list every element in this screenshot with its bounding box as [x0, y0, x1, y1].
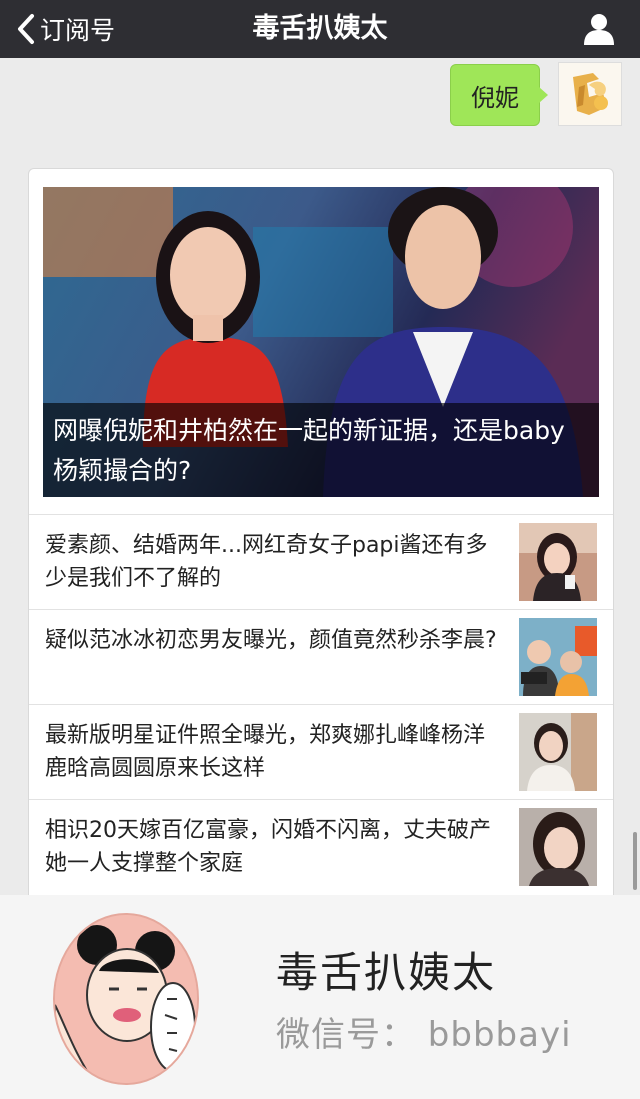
account-name: 毒舌扒姨太 — [276, 948, 497, 997]
article-title: 疑似范冰冰初恋男友曝光，颜值竟然秒杀李晨? — [45, 628, 497, 653]
person-icon[interactable] — [582, 11, 616, 45]
back-label: 订阅号 — [40, 16, 116, 45]
article-thumbnail — [519, 808, 597, 886]
cover-article[interactable]: 网曝倪妮和井柏然在一起的新证据，还是baby杨颖撮合的? — [43, 187, 599, 497]
article-list: 爱素颜、结婚两年...网红奇女子papi酱还有多少是我们不了解的 疑似范冰冰初恋… — [29, 514, 613, 894]
message-row: 倪妮 — [2, 62, 622, 128]
account-avatar — [53, 913, 199, 1085]
article-card: 网曝倪妮和井柏然在一起的新证据，还是baby杨颖撮合的? 爱素颜、结婚两年...… — [28, 168, 614, 910]
scrollbar[interactable] — [633, 832, 637, 890]
cover-title: 网曝倪妮和井柏然在一起的新证据，还是baby杨颖撮合的? — [43, 403, 599, 497]
message-bubble[interactable]: 倪妮 — [450, 64, 548, 126]
account-banner: 毒舌扒姨太 微信号： bbbbayi — [0, 895, 640, 1099]
chevron-left-icon — [18, 14, 34, 44]
article-title: 爱素颜、结婚两年...网红奇女子papi酱还有多少是我们不了解的 — [45, 533, 488, 591]
article-thumbnail — [519, 618, 597, 696]
wechat-id: 微信号： bbbbayi — [276, 1015, 572, 1055]
list-item[interactable]: 疑似范冰冰初恋男友曝光，颜值竟然秒杀李晨? — [29, 609, 613, 704]
back-button[interactable]: 订阅号 — [16, 0, 115, 58]
list-item[interactable]: 最新版明星证件照全曝光，郑爽娜扎峰峰杨洋鹿晗高圆圆原来长这样 — [29, 704, 613, 799]
list-item[interactable]: 爱素颜、结婚两年...网红奇女子papi酱还有多少是我们不了解的 — [29, 514, 613, 609]
article-title: 相识20天嫁百亿富豪，闪婚不闪离，丈夫破产她一人支撑整个家庭 — [45, 818, 491, 876]
article-thumbnail — [519, 713, 597, 791]
list-item[interactable]: 相识20天嫁百亿富豪，闪婚不闪离，丈夫破产她一人支撑整个家庭 — [29, 799, 613, 894]
article-thumbnail — [519, 523, 597, 601]
top-navbar: 订阅号 毒舌扒姨太 — [0, 0, 640, 58]
avatar-illustration — [559, 63, 621, 125]
article-title: 最新版明星证件照全曝光，郑爽娜扎峰峰杨洋鹿晗高圆圆原来长这样 — [45, 723, 486, 781]
user-avatar[interactable] — [558, 62, 622, 126]
